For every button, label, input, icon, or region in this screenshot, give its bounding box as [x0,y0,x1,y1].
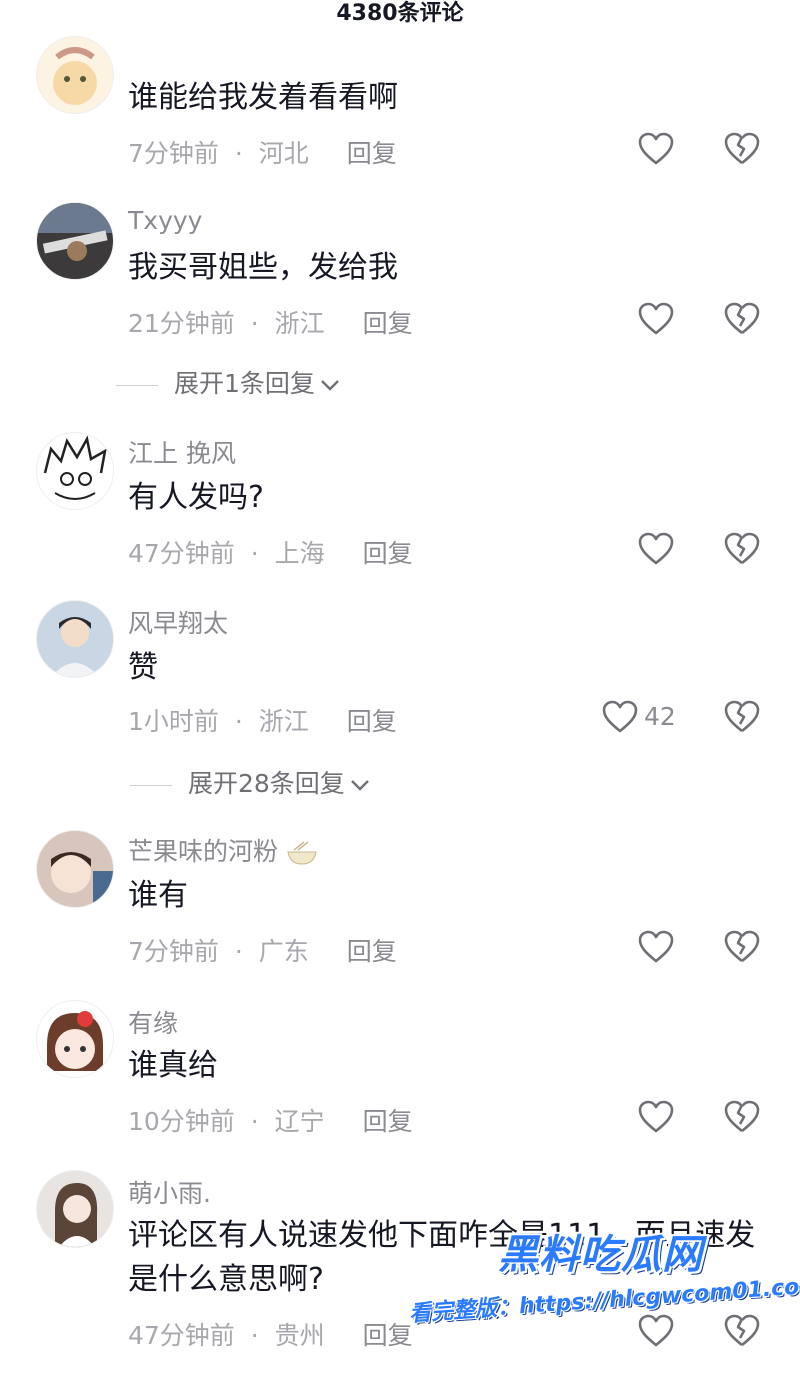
like-heart-icon[interactable] [602,700,638,734]
divider-line [116,384,158,386]
comment-meta: 1小时前 · 浙江 回复 [128,702,397,738]
comment-meta: 7分钟前 · 河北 回复 [128,134,397,170]
meta-separator: · [250,1321,259,1350]
comment-time: 47分钟前 [128,1321,235,1350]
meta-separator: · [250,539,259,568]
comment-location: 浙江 [258,707,309,736]
comment-username[interactable]: 风早翔太 [128,604,228,640]
comment-username[interactable]: 江上 挽风 [128,434,236,470]
meta-separator: · [234,139,243,168]
dislike-broken-heart-icon[interactable] [724,930,760,964]
comment-username[interactable]: 有缘 [128,1004,178,1040]
comment-text: 谁能给我发着看看啊 [128,80,398,115]
comment-username[interactable]: 萌小雨. [128,1174,211,1210]
reply-button[interactable]: 回复 [363,1107,413,1136]
username-text: 芒果味的河粉 [128,837,279,866]
comment-meta: 47分钟前 · 贵州 回复 [128,1316,413,1352]
meta-separator: · [250,309,259,338]
reply-button[interactable]: 回复 [347,937,397,966]
comment-location: 辽宁 [274,1107,325,1136]
comment-location: 浙江 [274,309,325,338]
comment-time: 7分钟前 [128,937,219,966]
like-heart-icon[interactable] [638,1314,674,1348]
expand-replies-button[interactable]: 展开28条回复 [130,764,371,800]
comment-text: 我买哥姐些，发给我 [128,250,398,285]
dislike-broken-heart-icon[interactable] [724,1314,760,1348]
comment-text: 有人发吗? [128,480,264,515]
dislike-broken-heart-icon[interactable] [724,1100,760,1134]
noodle-bowl-icon [287,841,317,865]
avatar[interactable] [36,202,114,280]
comment-meta: 7分钟前 · 广东 回复 [128,932,397,968]
avatar[interactable] [36,36,114,114]
comment-meta: 21分钟前 · 浙江 回复 [128,304,413,340]
comment-text: 谁真给 [128,1048,218,1083]
like-heart-icon[interactable] [638,302,674,336]
comment-location: 贵州 [274,1321,325,1350]
meta-separator: · [234,707,243,736]
comment-username[interactable]: Txyyy [128,206,202,235]
comment-meta: 10分钟前 · 辽宁 回复 [128,1102,413,1138]
comment-time: 7分钟前 [128,139,219,168]
like-heart-icon[interactable] [638,532,674,566]
reply-button[interactable]: 回复 [347,707,397,736]
dislike-broken-heart-icon[interactable] [724,532,760,566]
watermark-title: 黑料吃瓜网 [498,1232,703,1278]
dislike-broken-heart-icon[interactable] [724,700,760,734]
reply-button[interactable]: 回复 [363,309,413,338]
comment-location: 广东 [258,937,309,966]
like-count: 42 [644,702,676,731]
comment-text: 谁有 [128,878,188,913]
avatar[interactable] [36,432,114,510]
expand-replies-label: 展开1条回复 [174,369,315,398]
comment-time: 1小时前 [128,707,219,736]
like-heart-icon[interactable] [638,132,674,166]
dislike-broken-heart-icon[interactable] [724,132,760,166]
chevron-down-icon [321,380,339,391]
comment-username[interactable]: 芒果味的河粉 [128,832,318,868]
comments-count-title: 4380条评论 [336,1,464,26]
reply-button[interactable]: 回复 [363,539,413,568]
reply-button[interactable]: 回复 [363,1321,413,1350]
avatar[interactable] [36,1000,114,1078]
expand-replies-button[interactable]: 展开1条回复 [116,364,341,400]
comment-time: 10分钟前 [128,1107,235,1136]
comment-location: 河北 [258,139,309,168]
comment-meta: 47分钟前 · 上海 回复 [128,534,413,570]
comment-time: 21分钟前 [128,309,235,338]
divider-line [130,784,172,786]
meta-separator: · [250,1107,259,1136]
comment-text: 赞 [128,650,158,685]
comment-location: 上海 [274,539,325,568]
avatar[interactable] [36,1170,114,1248]
comment-time: 47分钟前 [128,539,235,568]
like-heart-icon[interactable] [638,1100,674,1134]
like-heart-icon[interactable] [638,930,674,964]
avatar[interactable] [36,830,114,908]
chevron-down-icon [350,780,369,791]
expand-replies-label: 展开28条回复 [188,769,345,798]
meta-separator: · [234,937,243,966]
reply-button[interactable]: 回复 [347,139,397,168]
avatar[interactable] [36,600,114,678]
dislike-broken-heart-icon[interactable] [724,302,760,336]
